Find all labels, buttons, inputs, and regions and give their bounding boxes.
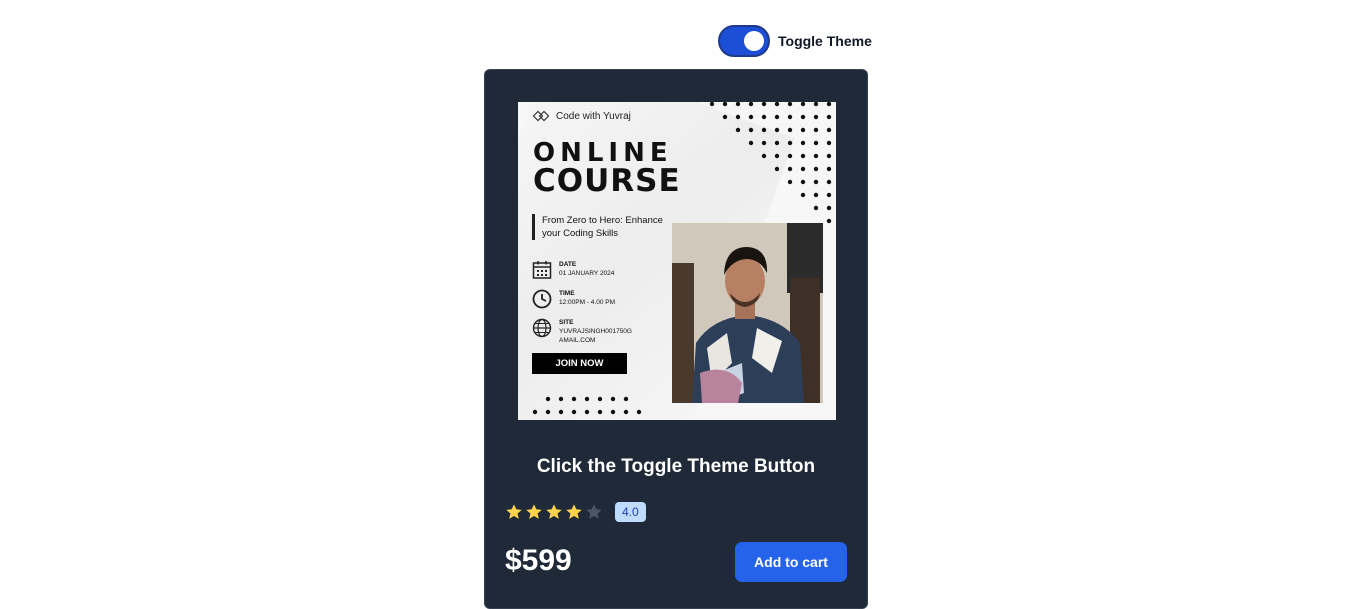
star-icon [586,504,602,519]
poster-time: TIME 12:00PM - 4.00 PM [532,289,634,309]
star-icon [526,504,542,519]
clock-icon [532,289,552,309]
theme-toggle-group: Toggle Theme [718,25,872,57]
poster-headline: ONLINE COURSE [533,140,681,197]
poster-tagline: From Zero to Hero: Enhance your Coding S… [532,214,677,240]
poster-dots-bottom-left [532,396,642,415]
theme-toggle-switch[interactable] [718,25,770,57]
globe-icon [532,318,552,338]
toggle-label: Toggle Theme [778,33,872,49]
rating-row: 4.0 [505,502,646,522]
poster-date: DATE 01 JANUARY 2024 [532,260,634,280]
toggle-knob [744,31,764,51]
instructor-photo [672,223,823,403]
course-poster-image: Code with Yuvraj ONLINE COURSE From Zero… [518,102,836,420]
poster-dots-top-right [709,102,832,224]
site-label: SITE [559,319,574,326]
star-icon [546,504,562,519]
rating-badge: 4.0 [615,502,646,522]
star-icon [506,504,522,519]
time-value: 12:00PM - 4.00 PM [559,299,615,306]
date-label: DATE [559,261,577,268]
poster-site: SITE YUVRAJSINGH001750GAMAIL.COM [532,318,634,345]
star-icon [566,504,582,519]
time-label: TIME [559,290,575,297]
calendar-icon [532,261,552,279]
join-now-label: JOIN NOW [532,353,627,374]
add-to-cart-button[interactable]: Add to cart [735,542,847,582]
product-card: Code with Yuvraj ONLINE COURSE From Zero… [484,69,868,609]
brand-name: Code with Yuvraj [556,110,631,122]
date-value: 01 JANUARY 2024 [559,270,615,277]
product-title: Click the Toggle Theme Button [536,456,816,477]
person-photo-illustration [672,223,823,403]
brand-logo-icon [532,110,550,122]
poster-brand: Code with Yuvraj [532,110,631,122]
product-price: $599 [505,544,572,577]
site-value: YUVRAJSINGH001750GAMAIL.COM [559,328,632,344]
headline-line2: COURSE [533,163,681,199]
